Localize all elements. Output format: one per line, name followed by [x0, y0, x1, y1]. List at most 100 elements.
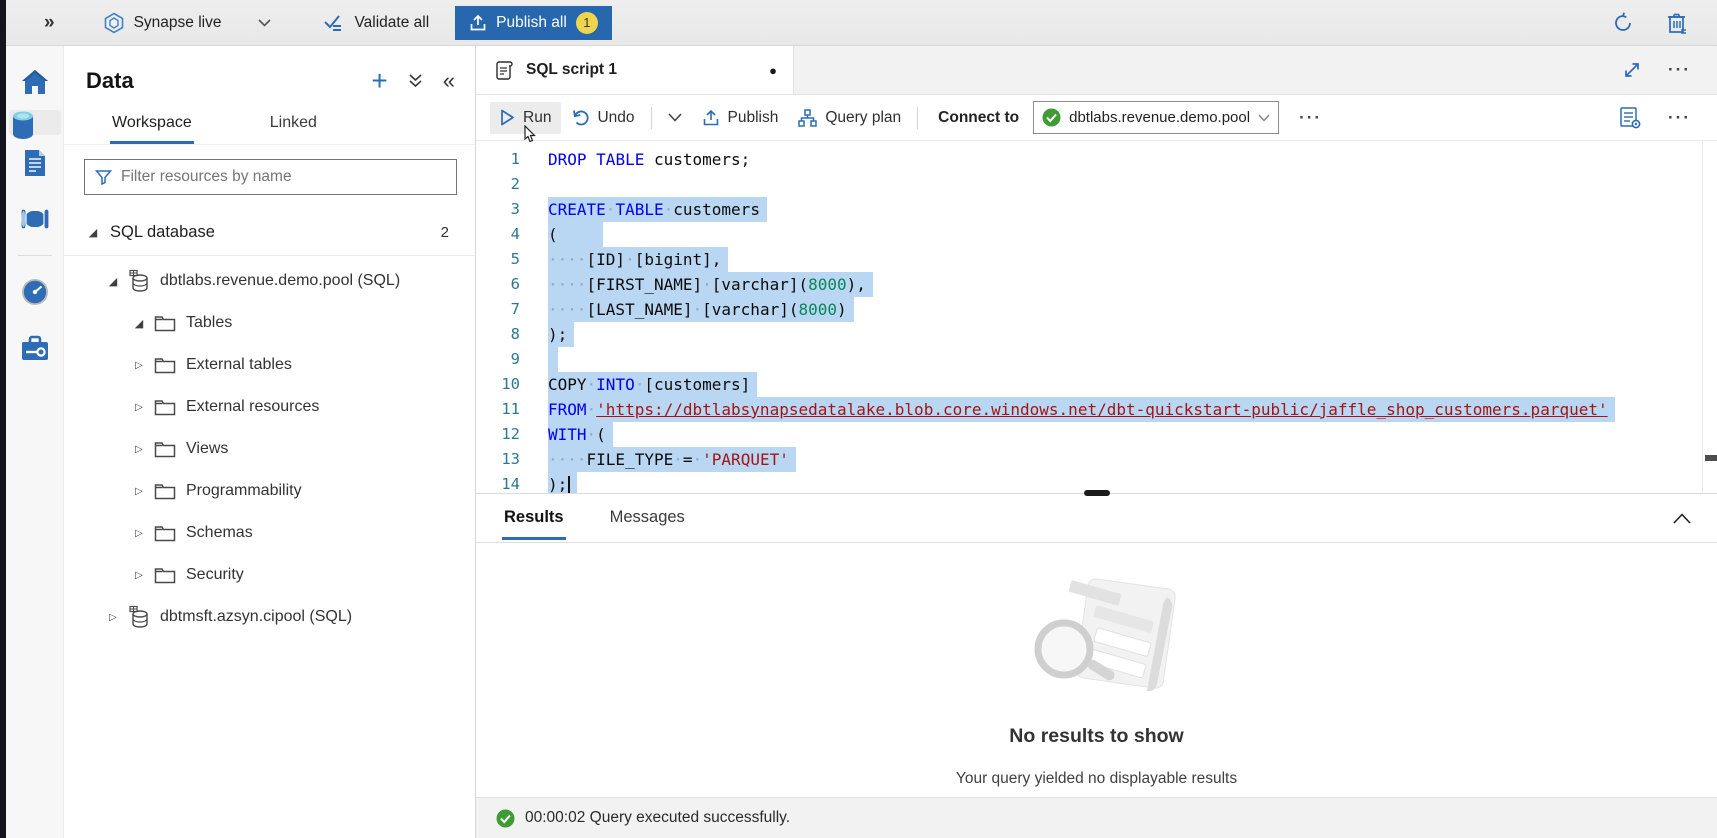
editor-scrollbar[interactable]	[1702, 141, 1717, 493]
connection-dropdown[interactable]: dbtlabs.revenue.demo.pool	[1033, 101, 1279, 134]
properties-icon[interactable]	[1618, 106, 1642, 130]
discard-trash-icon[interactable]	[1665, 10, 1689, 36]
code-token: [LAST_NAME]	[587, 300, 693, 319]
connection-status-icon	[1042, 108, 1061, 127]
collapsed-arrow-icon[interactable]: ▷	[132, 360, 146, 371]
filter-funnel-icon	[95, 169, 112, 185]
query-plan-icon	[798, 109, 817, 127]
code-line-6[interactable]: 6····[FIRST_NAME]·[varchar](8000),	[476, 272, 1702, 297]
tree-node-views[interactable]: ▷Views	[64, 428, 475, 470]
code-line-12[interactable]: 12WITH·(	[476, 422, 1702, 447]
sidebar-item-home[interactable]	[9, 54, 61, 110]
selection-highlight: ····[ID]·[bigint],	[548, 247, 728, 272]
code-line-10[interactable]: 10COPY·INTO·[customers]	[476, 372, 1702, 397]
document-tabbar: SQL script 1 ● ···	[476, 46, 1717, 95]
tree-node-security[interactable]: ▷Security	[64, 554, 475, 596]
code-line-3[interactable]: 3CREATE·TABLE·customers	[476, 197, 1702, 222]
line-content: (	[548, 222, 1702, 247]
success-check-icon	[496, 809, 515, 828]
expand-editor-icon[interactable]	[1622, 60, 1642, 80]
refresh-icon[interactable]	[1611, 11, 1635, 35]
code-token: customers	[673, 200, 760, 219]
collapsed-arrow-icon[interactable]: ▷	[132, 402, 146, 413]
undo-button[interactable]: Undo	[561, 102, 644, 134]
hub-sidebar	[6, 46, 64, 838]
collapse-all-icon[interactable]	[408, 73, 423, 89]
tab-workspace[interactable]: Workspace	[110, 104, 194, 144]
folder-icon	[154, 441, 176, 458]
collapse-panel-icon[interactable]: «	[443, 72, 455, 90]
undo-redo-dropdown[interactable]	[658, 106, 692, 129]
status-message: 00:00:02 Query executed successfully.	[525, 809, 790, 827]
line-content: );	[548, 322, 1702, 347]
splitter-grip[interactable]	[1084, 490, 1110, 496]
line-content: WITH·(	[548, 422, 1702, 447]
tab-linked[interactable]: Linked	[268, 104, 319, 144]
toolbar-overflow-button[interactable]: ···	[1299, 108, 1322, 128]
no-results-illustration	[1012, 561, 1182, 711]
line-number: 10	[476, 372, 548, 397]
code-line-1[interactable]: 1DROP TABLE customers;	[476, 147, 1702, 172]
tab-sql-script-1[interactable]: SQL script 1 ●	[476, 46, 794, 94]
code-line-8[interactable]: 8);	[476, 322, 1702, 347]
line-number: 6	[476, 272, 548, 297]
tree-node-sql-database[interactable]: ◢SQL database2	[64, 211, 475, 253]
collapsed-arrow-icon[interactable]: ▷	[106, 612, 120, 623]
code-line-5[interactable]: 5····[ID]·[bigint],	[476, 247, 1702, 272]
tree-node-external-tables[interactable]: ▷External tables	[64, 344, 475, 386]
selection-highlight	[548, 347, 558, 372]
tree-node-external-resources[interactable]: ▷External resources	[64, 386, 475, 428]
code-line-11[interactable]: 11FROM·'https://dbtlabsynapsedatalake.bl…	[476, 397, 1702, 422]
collapse-results-icon[interactable]	[1673, 513, 1691, 524]
code-line-13[interactable]: 13····FILE_TYPE·=·'PARQUET'	[476, 447, 1702, 472]
publish-all-button[interactable]: Publish all 1	[455, 6, 612, 40]
tab-messages[interactable]: Messages	[608, 496, 687, 540]
sql-code-editor[interactable]: 1DROP TABLE customers;23CREATE·TABLE·cus…	[476, 141, 1717, 493]
filter-resources-input[interactable]	[121, 168, 446, 186]
code-line-4[interactable]: 4(	[476, 222, 1702, 247]
validate-all-button[interactable]: Validate all	[323, 13, 429, 33]
tree-node-dbtmsft-azsyn-cipool-sql[interactable]: ▷dbtmsft.azsyn.cipool (SQL)	[64, 596, 475, 638]
sidebar-item-integrate[interactable]	[9, 191, 61, 247]
code-token: TABLE	[596, 150, 644, 169]
collapsed-arrow-icon[interactable]: ▷	[132, 570, 146, 581]
add-resource-button[interactable]: +	[371, 71, 387, 91]
code-line-9[interactable]: 9	[476, 347, 1702, 372]
sql-pool-icon	[128, 605, 150, 629]
tree-node-tables[interactable]: ◢Tables	[64, 302, 475, 344]
tree-node-dbtlabs-revenue-demo-pool-sql[interactable]: ◢dbtlabs.revenue.demo.pool (SQL)	[64, 260, 475, 302]
line-content: );	[548, 472, 1702, 493]
sidebar-item-data[interactable]	[9, 110, 61, 135]
expanded-arrow-icon[interactable]: ◢	[106, 275, 120, 288]
code-line-7[interactable]: 7····[LAST_NAME]·[varchar](8000)	[476, 297, 1702, 322]
unsaved-changes-dot: ●	[769, 63, 777, 78]
sidebar-item-monitor[interactable]	[9, 264, 61, 320]
expanded-arrow-icon[interactable]: ◢	[132, 317, 146, 330]
expand-menu-button[interactable]: »	[44, 12, 53, 34]
line-number: 2	[476, 172, 548, 197]
query-plan-button[interactable]: Query plan	[788, 102, 911, 134]
collapsed-arrow-icon[interactable]: ▷	[132, 444, 146, 455]
line-number: 13	[476, 447, 548, 472]
tabbar-more-button[interactable]: ···	[1668, 60, 1691, 80]
line-content: FROM·'https://dbtlabsynapsedatalake.blob…	[548, 397, 1702, 422]
expanded-arrow-icon[interactable]: ◢	[86, 226, 100, 239]
tree-node-label: Schemas	[186, 524, 253, 542]
tree-node-programmability[interactable]: ▷Programmability	[64, 470, 475, 512]
tab-results[interactable]: Results	[502, 496, 566, 540]
publish-button[interactable]: Publish	[692, 102, 789, 134]
synapse-live-dropdown[interactable]: Synapse live	[103, 12, 272, 34]
toolbar-more-button[interactable]: ···	[1668, 108, 1691, 128]
line-number: 3	[476, 197, 548, 222]
sidebar-item-manage[interactable]	[9, 320, 61, 376]
publish-count-badge: 1	[576, 12, 598, 34]
home-icon	[20, 68, 50, 96]
develop-document-icon	[22, 148, 48, 178]
code-line-2[interactable]: 2	[476, 172, 1702, 197]
selection-highlight: FROM·'https://dbtlabsynapsedatalake.blob…	[548, 397, 1615, 422]
collapsed-arrow-icon[interactable]: ▷	[132, 528, 146, 539]
collapsed-arrow-icon[interactable]: ▷	[132, 486, 146, 497]
chevron-down-icon	[1258, 114, 1270, 122]
tree-node-schemas[interactable]: ▷ Schemas	[64, 512, 475, 554]
sidebar-item-develop[interactable]	[9, 135, 61, 191]
